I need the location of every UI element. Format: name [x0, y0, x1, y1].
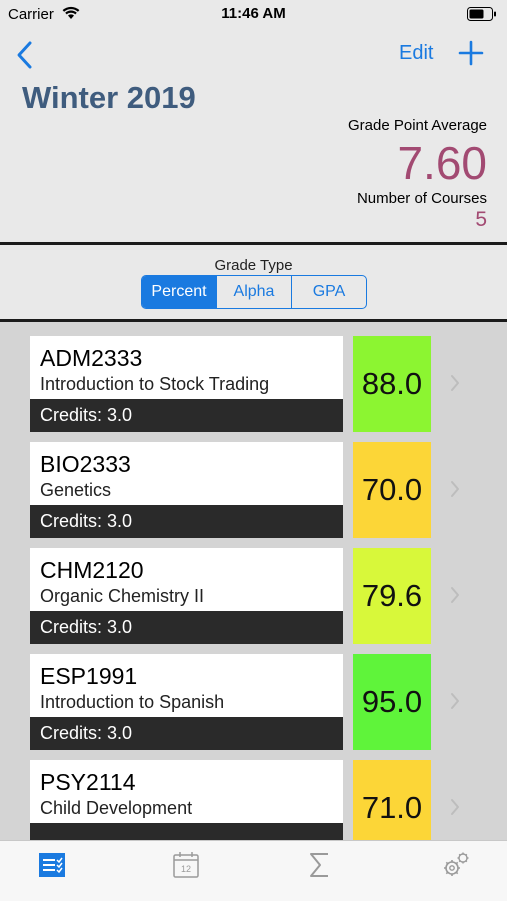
course-code: ADM2333 [40, 345, 143, 371]
course-count-value: 5 [475, 208, 487, 231]
term-title: Winter 2019 [22, 80, 196, 115]
course-grade: 95.0 [353, 654, 431, 750]
tab-summary[interactable] [304, 849, 336, 881]
course-grade: 79.6 [353, 548, 431, 644]
grade-type-gpa[interactable]: GPA [292, 276, 366, 308]
course-row[interactable]: PSY2114 Child Development 71.0 [30, 760, 470, 840]
grade-type-section: Grade Type Percent Alpha GPA [0, 245, 507, 319]
tab-calendar[interactable]: 12 [170, 849, 202, 881]
course-name: Organic Chemistry II [40, 586, 205, 606]
plus-icon [458, 40, 484, 66]
course-code: CHM2120 [40, 557, 144, 583]
grade-type-selector: Percent Alpha GPA [141, 275, 367, 309]
settings-gears-icon [444, 852, 469, 876]
course-card: ADM2333 Introduction to Stock Trading Cr… [30, 336, 343, 432]
course-grade: 71.0 [353, 760, 431, 840]
status-bar: Carrier 11:46 AM [0, 0, 507, 28]
course-card: BIO2333 Genetics Credits: 3.0 [30, 442, 343, 538]
grade-type-percent[interactable]: Percent [142, 276, 217, 308]
sigma-icon [310, 853, 328, 877]
tab-settings[interactable] [440, 849, 472, 881]
course-name: Introduction to Stock Trading [40, 374, 270, 394]
tab-bar: 12 [0, 840, 507, 901]
chevron-right-icon [451, 375, 459, 391]
course-grade: 88.0 [353, 336, 431, 432]
course-credits: Credits: 3.0 [40, 511, 133, 531]
calendar-icon-day: 12 [181, 864, 191, 874]
course-list[interactable]: ADM2333 Introduction to Stock Trading Cr… [0, 322, 507, 840]
credits-bar: Credits: 3.0 [30, 717, 343, 750]
chevron-left-icon [17, 41, 32, 69]
back-button[interactable] [14, 40, 36, 70]
clock: 11:46 AM [221, 5, 286, 22]
add-course-button[interactable] [458, 40, 484, 66]
term-header: Edit Winter 2019 Grade Point Average 7.6… [0, 28, 507, 242]
gpa-label: Grade Point Average [348, 117, 487, 134]
credits-bar [30, 823, 343, 840]
course-card: ESP1991 Introduction to Spanish Credits:… [30, 654, 343, 750]
edit-button[interactable]: Edit [399, 42, 433, 65]
course-name: Genetics [40, 480, 112, 500]
tab-courses[interactable] [36, 849, 68, 881]
course-row[interactable]: BIO2333 Genetics Credits: 3.0 70.0 [30, 442, 470, 538]
credits-bar: Credits: 3.0 [30, 399, 343, 432]
chevron-right-icon [451, 799, 459, 815]
course-grade: 70.0 [353, 442, 431, 538]
course-card: PSY2114 Child Development [30, 760, 343, 840]
course-code: ESP1991 [40, 663, 138, 689]
grade-type-alpha[interactable]: Alpha [217, 276, 292, 308]
course-name: Introduction to Spanish [40, 692, 225, 712]
chevron-right-icon [451, 481, 459, 497]
course-row[interactable]: ESP1991 Introduction to Spanish Credits:… [30, 654, 470, 750]
gpa-value: 7.60 [397, 137, 487, 189]
course-code: PSY2114 [40, 769, 136, 795]
course-credits: Credits: 3.0 [40, 405, 133, 425]
credits-bar: Credits: 3.0 [30, 611, 343, 644]
credits-bar: Credits: 3.0 [30, 505, 343, 538]
course-row[interactable]: ADM2333 Introduction to Stock Trading Cr… [30, 336, 470, 432]
chevron-right-icon [451, 693, 459, 709]
course-code: BIO2333 [40, 451, 131, 477]
course-credits: Credits: 3.0 [40, 723, 133, 743]
calendar-icon: 12 [173, 852, 199, 878]
course-credits: Credits: 3.0 [40, 617, 133, 637]
courses-list-icon [39, 853, 65, 877]
course-row[interactable]: CHM2120 Organic Chemistry II Credits: 3.… [30, 548, 470, 644]
course-name: Child Development [40, 798, 193, 818]
battery-icon [467, 7, 496, 21]
course-card: CHM2120 Organic Chemistry II Credits: 3.… [30, 548, 343, 644]
chevron-right-icon [451, 587, 459, 603]
grade-type-label: Grade Type [214, 257, 293, 274]
course-count-label: Number of Courses [356, 190, 487, 207]
